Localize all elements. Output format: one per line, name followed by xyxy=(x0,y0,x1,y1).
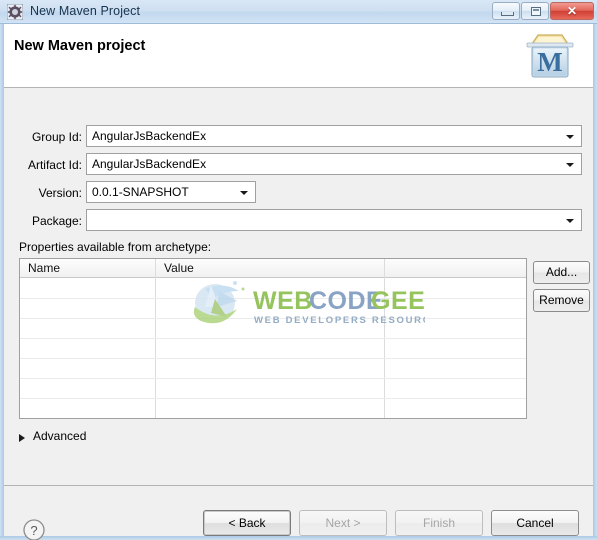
svg-text:CODE: CODE xyxy=(309,287,383,315)
dialog-body: New Maven project M Group Id: AngularJsB… xyxy=(4,24,593,540)
new-maven-project-dialog: New Maven Project ✕ New Maven project M … xyxy=(0,0,597,540)
advanced-label: Advanced xyxy=(33,429,87,443)
page-title: New Maven project xyxy=(14,38,146,54)
chevron-down-icon[interactable] xyxy=(566,219,574,223)
column-separator xyxy=(384,259,385,418)
svg-text:GEEKS: GEEKS xyxy=(371,287,425,315)
properties-section-label: Properties available from archetype: xyxy=(19,240,212,254)
row-separator xyxy=(20,298,526,299)
footer-separator xyxy=(4,485,593,486)
version-value: 0.0.1-SNAPSHOT xyxy=(92,185,189,199)
properties-table-header: Name Value xyxy=(20,259,526,278)
chevron-down-icon[interactable] xyxy=(566,135,574,139)
version-label: Version: xyxy=(38,186,82,200)
svg-text:M: M xyxy=(537,47,562,77)
maven-box-icon: M xyxy=(521,28,579,84)
window-title: New Maven Project xyxy=(30,4,141,18)
svg-text:WEB DEVELOPERS RESOURCE CENTER: WEB DEVELOPERS RESOURCE CENTER xyxy=(254,315,425,326)
watermark-logo: WEB CODE GEEKS WEB DEVELOPERS RESOURCE C… xyxy=(175,277,491,335)
artifact-id-value: AngularJsBackendEx xyxy=(92,157,207,171)
row-separator xyxy=(20,318,526,319)
artifact-id-input[interactable]: AngularJsBackendEx xyxy=(86,153,582,175)
row-separator xyxy=(20,358,526,359)
column-header-value[interactable]: Value xyxy=(164,261,194,275)
svg-text:?: ? xyxy=(30,523,37,538)
remove-property-button[interactable]: Remove xyxy=(533,289,590,312)
properties-table[interactable]: Name Value WEB CODE GEE WEB DEVELOPERS R… xyxy=(19,258,527,419)
add-property-button[interactable]: Add... xyxy=(533,261,590,284)
next-button: Next > xyxy=(299,510,387,536)
close-button[interactable]: ✕ xyxy=(550,2,594,20)
title-bar: New Maven Project ✕ xyxy=(0,0,597,24)
package-input[interactable] xyxy=(86,209,582,231)
minimize-icon xyxy=(501,12,514,16)
artifact-id-label: Artifact Id: xyxy=(27,158,82,172)
group-id-value: AngularJsBackendEx xyxy=(92,129,207,143)
maven-gear-icon xyxy=(6,3,24,21)
group-id-label: Group Id: xyxy=(31,130,82,144)
minimize-button[interactable] xyxy=(492,2,520,20)
row-separator xyxy=(20,338,526,339)
column-separator xyxy=(155,259,156,418)
maximize-icon xyxy=(531,7,541,16)
column-header-name[interactable]: Name xyxy=(28,261,60,275)
finish-button: Finish xyxy=(395,510,483,536)
group-id-input[interactable]: AngularJsBackendEx xyxy=(86,125,582,147)
row-separator xyxy=(20,378,526,379)
back-button[interactable]: < Back xyxy=(203,510,291,536)
wizard-header: New Maven project M xyxy=(4,24,593,88)
close-icon: ✕ xyxy=(566,4,578,18)
triangle-right-icon xyxy=(19,434,25,442)
maximize-button[interactable] xyxy=(521,2,549,20)
help-icon[interactable]: ? xyxy=(22,518,46,540)
chevron-down-icon[interactable] xyxy=(240,191,248,195)
window-controls: ✕ xyxy=(491,2,594,20)
chevron-down-icon[interactable] xyxy=(566,163,574,167)
svg-text:WEB: WEB xyxy=(253,287,313,315)
version-input[interactable]: 0.0.1-SNAPSHOT xyxy=(86,181,256,203)
row-separator xyxy=(20,398,526,399)
package-label: Package: xyxy=(31,214,82,228)
window-border-right xyxy=(593,24,597,540)
cancel-button[interactable]: Cancel xyxy=(491,510,579,536)
window-border-bottom xyxy=(0,536,597,540)
